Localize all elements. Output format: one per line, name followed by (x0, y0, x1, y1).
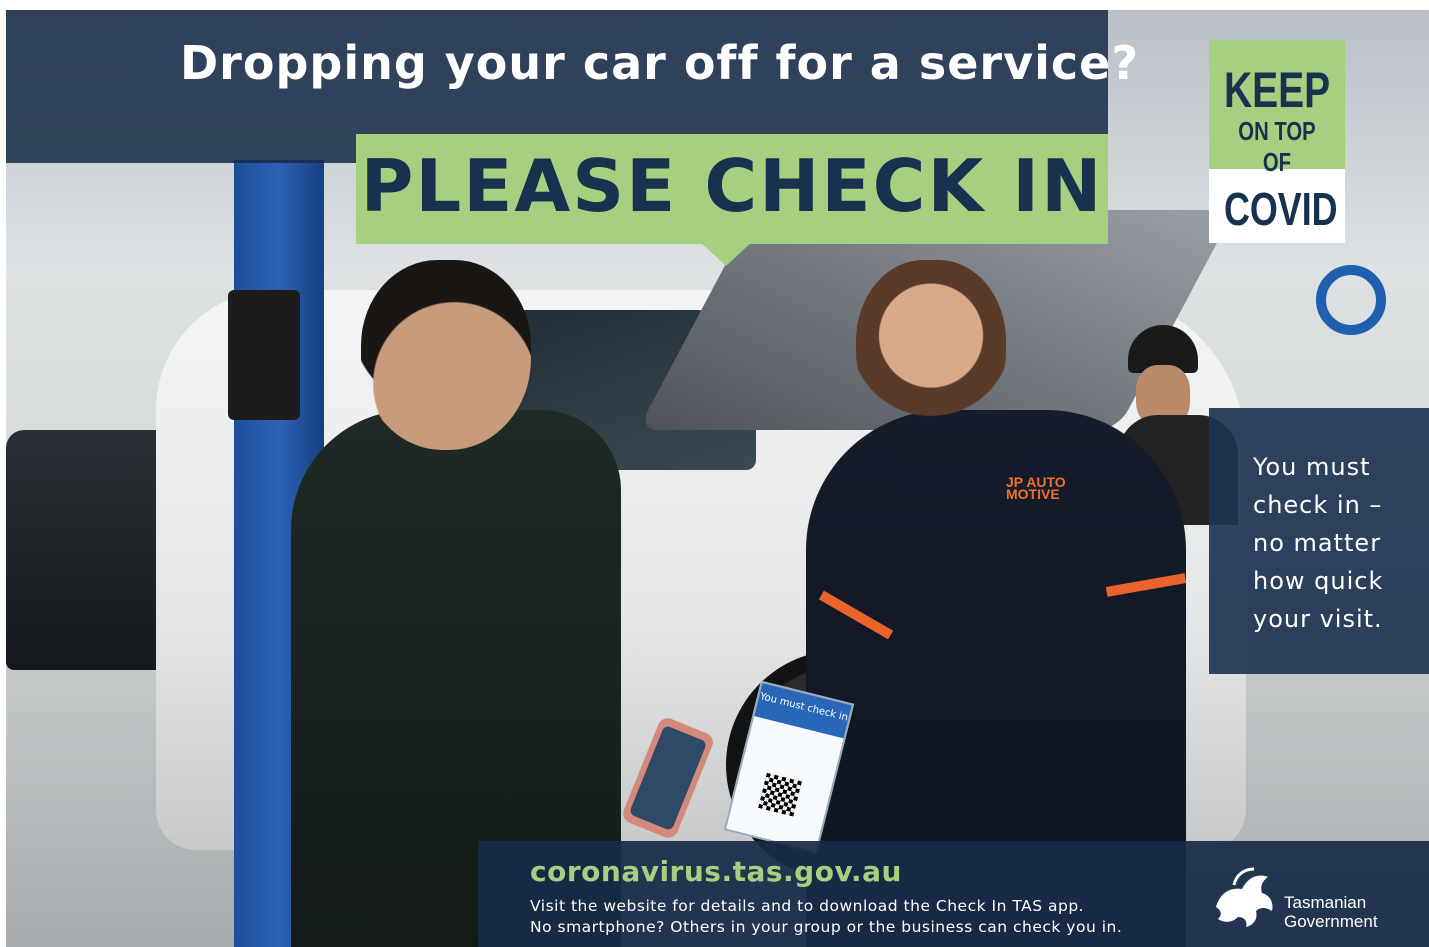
tasmanian-devil-logo-icon (1216, 867, 1273, 927)
side-message-line: check in – (1253, 491, 1383, 519)
government-name: Tasmanian Government (1284, 893, 1378, 931)
cta-box: PLEASE CHECK IN (356, 134, 1108, 244)
lift-control-box (228, 290, 300, 420)
badge-on-top-of: ON TOP OF (1238, 116, 1316, 177)
side-message: You must check in – no matter how quick … (1253, 448, 1423, 638)
cta-text: PLEASE CHECK IN (360, 144, 1104, 228)
poster: JP AUTO MOTIVE You must check in Droppin… (6, 10, 1429, 947)
keep-on-top-of-covid-badge: KEEP ON TOP OF COVID (1209, 40, 1345, 243)
side-message-line: no matter (1253, 529, 1382, 557)
side-message-line: You must (1253, 453, 1371, 481)
footer-info-line2: No smartphone? Others in your group or t… (530, 918, 1123, 936)
government-line2: Government (1284, 912, 1378, 931)
website-url: coronavirus.tas.gov.au (530, 855, 902, 888)
cta-pointer (700, 242, 752, 266)
footer-info-line1: Visit the website for details and to dow… (530, 897, 1085, 915)
mechanic-head (856, 260, 1006, 440)
badge-covid: COVID (1223, 183, 1338, 235)
side-message-line: how quick (1253, 567, 1384, 595)
customer-head (361, 260, 531, 450)
badge-keep: KEEP (1223, 62, 1331, 118)
side-message-line: your visit. (1253, 605, 1383, 633)
air-hose-reel (1316, 265, 1386, 335)
government-line1: Tasmanian (1284, 893, 1367, 912)
headline: Dropping your car off for a service? (180, 36, 1140, 90)
shirt-logo: JP AUTO MOTIVE (1006, 475, 1066, 502)
shirt-logo-line2: MOTIVE (1006, 486, 1060, 502)
qr-code-icon (758, 772, 802, 817)
side-message-panel: You must check in – no matter how quick … (1209, 408, 1429, 674)
footer-band: coronavirus.tas.gov.au Visit the website… (478, 841, 1429, 947)
